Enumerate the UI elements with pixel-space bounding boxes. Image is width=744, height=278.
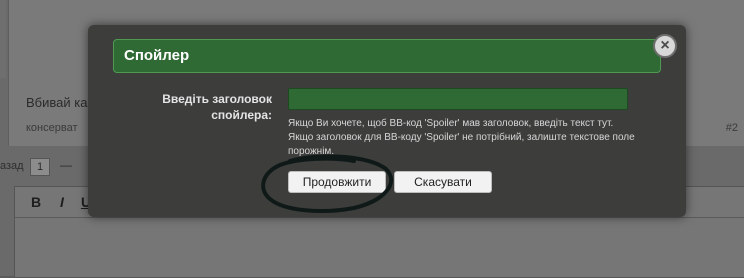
dialog-header: Спойлер xyxy=(113,39,661,73)
dialog-title: Спойлер xyxy=(124,47,190,64)
close-icon[interactable]: × xyxy=(653,34,677,58)
pager-back-label: азад xyxy=(0,160,24,172)
italic-icon: I xyxy=(60,194,64,210)
pager-dash: — xyxy=(60,158,72,172)
background-post-number: #2 xyxy=(725,122,738,134)
background-post-title: Вбивай ка xyxy=(26,95,88,110)
cancel-button[interactable]: Скасувати xyxy=(394,171,492,193)
background-panel xyxy=(0,0,6,78)
spoiler-hint: Якщо Ви хочете, щоб BB-код 'Spoiler' мав… xyxy=(288,118,635,157)
bold-icon: B xyxy=(30,194,42,210)
background-post-meta: консерват xyxy=(26,122,78,134)
spoiler-title-label: Введіть заголовок спойлера: xyxy=(162,92,272,122)
spoiler-title-input[interactable] xyxy=(288,88,628,110)
continue-button[interactable]: Продовжити xyxy=(288,171,386,193)
spoiler-dialog: Спойлер × Введіть заголовок спойлера: Як… xyxy=(88,25,686,217)
pager-page-1: 1 xyxy=(30,158,50,176)
